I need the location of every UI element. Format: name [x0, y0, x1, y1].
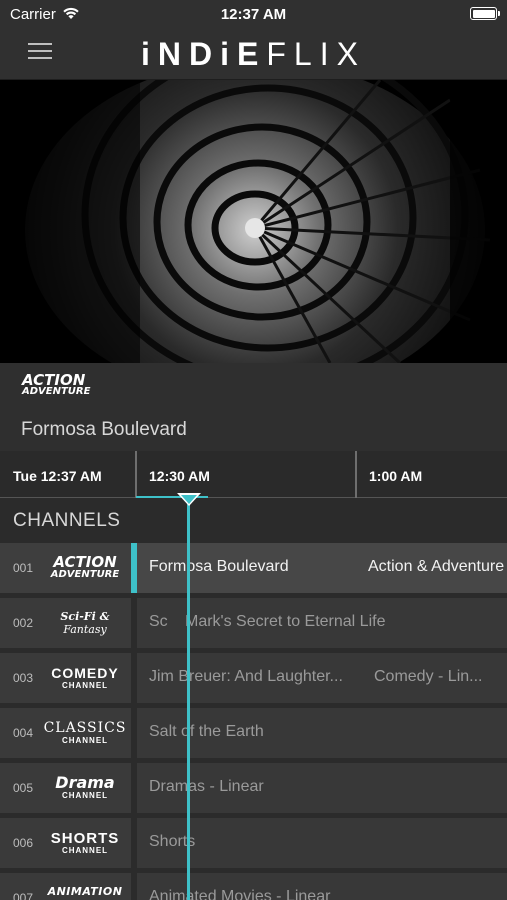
channel-cell[interactable]: 002 Sci-Fi & Fantasy [0, 598, 131, 648]
channel-logo: Drama CHANNEL [44, 763, 126, 813]
channel-cell[interactable]: 005 Drama CHANNEL [0, 763, 131, 813]
logo-bold-text: iNDiE [141, 36, 267, 72]
nav-bar: iNDiEFLIX [0, 28, 507, 80]
logo-line2: CHANNEL [61, 845, 109, 855]
channel-row[interactable]: 007 ANIMATION Animated Movies - Linear [0, 873, 507, 900]
channel-cell[interactable]: 006 SHORTS CHANNEL [0, 818, 131, 868]
current-time-label: Tue 12:37 AM [13, 468, 102, 484]
channel-logo: ACTION ADVENTURE [44, 543, 126, 593]
channel-number: 005 [13, 781, 34, 795]
channel-logo: Sci-Fi & Fantasy [44, 598, 126, 648]
channel-logo: SHORTS CHANNEL [44, 818, 126, 868]
logo-line1: COMEDY [51, 664, 119, 681]
channel-row[interactable]: 003 COMEDY CHANNEL Jim Breuer: And Laugh… [0, 653, 507, 703]
status-bar: Carrier 12:37 AM [0, 0, 507, 28]
program-title: Formosa Boulevard [149, 558, 289, 575]
logo-line1: Sci-Fi & [60, 610, 110, 623]
program-cell[interactable]: Sc Mark's Secret to Eternal Life [137, 598, 507, 648]
logo-line2: Fantasy [63, 623, 107, 636]
logo-line1: ACTION [53, 552, 117, 571]
channel-number: 007 [13, 891, 34, 900]
time-slot-label: 1:00 AM [355, 451, 422, 498]
now-playing-title: Formosa Boulevard [21, 419, 187, 440]
channel-cell[interactable]: 001 ACTION ADVENTURE [0, 543, 131, 593]
program-title: Mark's Secret to Eternal Life [185, 613, 386, 630]
channel-number: 002 [13, 616, 34, 630]
channels-heading: CHANNELS [13, 510, 121, 531]
channel-logo: CLASSICS CHANNEL [44, 708, 126, 758]
program-title: Dramas - Linear [149, 778, 264, 795]
channel-row[interactable]: 001 ACTION ADVENTURE Formosa Boulevard A… [0, 543, 507, 593]
playhead-marker-inner [181, 495, 197, 504]
program-cell[interactable]: Shorts [137, 818, 507, 868]
program-title: Sc [149, 613, 168, 630]
logo-line2: CHANNEL [61, 791, 109, 800]
logo-line2: CHANNEL [61, 680, 109, 690]
program-title: Salt of the Earth [149, 723, 264, 740]
logo-line1: ANIMATION [47, 885, 123, 898]
channel-row[interactable]: 005 Drama CHANNEL Dramas - Linear [0, 763, 507, 813]
logo-line2: ADVENTURE [50, 568, 120, 580]
channel-cell[interactable]: 003 COMEDY CHANNEL [0, 653, 131, 703]
logo-line1: CLASSICS [43, 719, 127, 736]
program-title: Animated Movies - Linear [149, 888, 331, 900]
indieflix-logo: iNDiEFLIX [0, 36, 507, 73]
logo-line2: ADVENTURE [22, 386, 91, 397]
battery-icon [470, 7, 500, 20]
program-cell[interactable]: Jim Breuer: And Laughter... Comedy - Lin… [137, 653, 507, 703]
logo-line1: SHORTS [50, 829, 120, 847]
program-cell[interactable]: Salt of the Earth [137, 708, 507, 758]
channel-row[interactable]: 004 CLASSICS CHANNEL Salt of the Earth [0, 708, 507, 758]
playhead-line [187, 497, 190, 900]
channel-row[interactable]: 002 Sci-Fi & Fantasy Sc Mark's Secret to… [0, 598, 507, 648]
now-playing-channel-logo: ACTION ADVENTURE [22, 371, 91, 398]
logo-light-text: FLIX [266, 36, 366, 72]
channel-number: 004 [13, 726, 34, 740]
channel-cell[interactable]: 004 CLASSICS CHANNEL [0, 708, 131, 758]
program-cell[interactable]: Dramas - Linear [137, 763, 507, 813]
channel-number: 003 [13, 671, 34, 685]
channel-logo: COMEDY CHANNEL [44, 653, 126, 703]
channel-cell[interactable]: 007 ANIMATION [0, 873, 131, 900]
program-cell[interactable]: Animated Movies - Linear [137, 873, 507, 900]
logo-line1: Drama [55, 773, 115, 792]
logo-line2: CHANNEL [61, 735, 109, 745]
channel-row[interactable]: 006 SHORTS CHANNEL Shorts [0, 818, 507, 868]
channel-logo: ANIMATION [44, 873, 126, 900]
program-title: Action & Adventure [368, 558, 505, 575]
time-slot-label: 12:30 AM [135, 451, 210, 498]
program-title: Jim Breuer: And Laughter... [149, 668, 343, 685]
video-player[interactable] [0, 80, 507, 363]
guide-time-bar: Tue 12:37 AM 12:30 AM 1:00 AM [0, 451, 507, 498]
spiral-staircase-video-frame [0, 80, 507, 363]
channel-number: 006 [13, 836, 34, 850]
program-title: Comedy - Lin... [374, 668, 483, 685]
now-playing-info: ACTION ADVENTURE Formosa Boulevard [0, 363, 507, 451]
channel-number: 001 [13, 561, 34, 575]
program-cell[interactable]: Formosa Boulevard Action & Adventure [137, 543, 507, 593]
logo-line1: ACTION [22, 371, 86, 389]
status-time: 12:37 AM [220, 6, 287, 23]
